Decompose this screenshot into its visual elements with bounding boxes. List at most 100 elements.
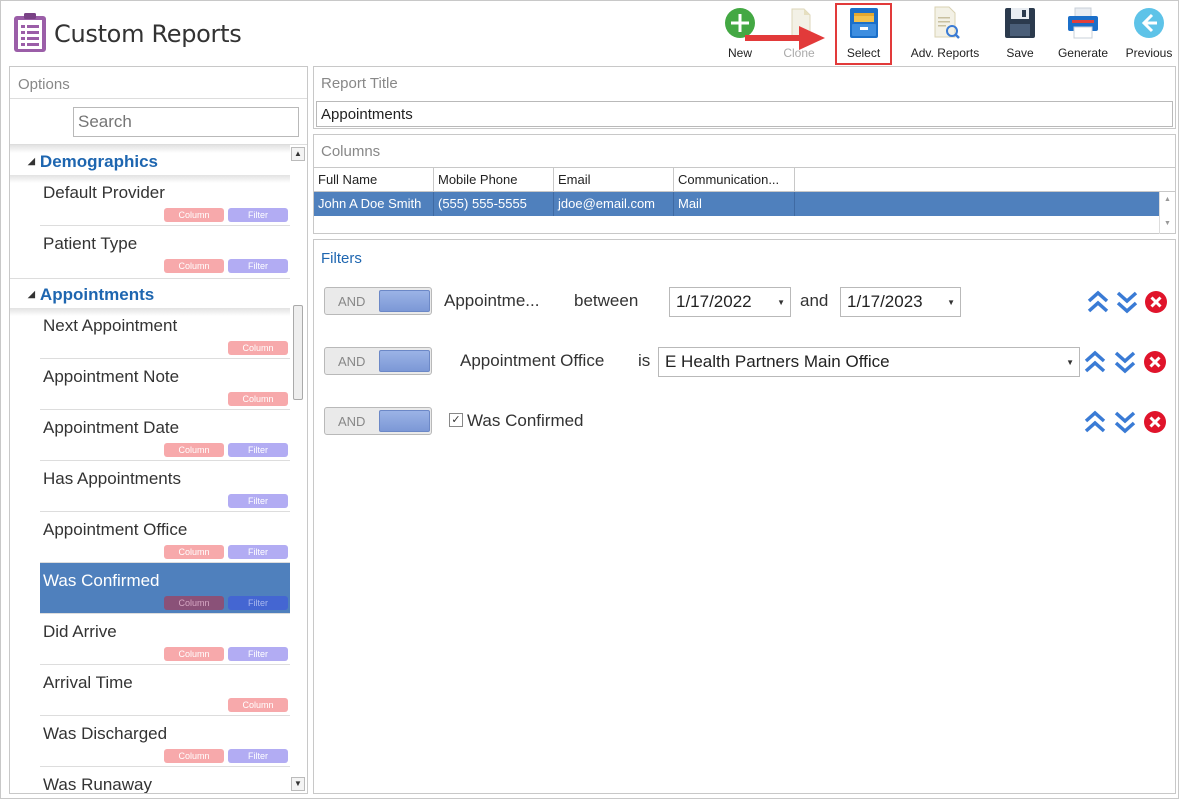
options-scrollbar[interactable]: ▲ ▼ [290, 145, 306, 793]
option-arrival-time[interactable]: Arrival Time Column [40, 665, 290, 716]
filter-tag[interactable]: Filter [228, 749, 288, 763]
filter-tag[interactable]: Filter [228, 647, 288, 661]
filters-title: Filters [321, 250, 362, 267]
column-tag[interactable]: Column [164, 749, 224, 763]
option-patient-type[interactable]: Patient Type Column Filter [40, 226, 290, 277]
filter-operator: between [574, 291, 639, 310]
start-date-picker[interactable]: 1/17/2022 ▼ [669, 287, 791, 317]
save-button[interactable]: Save [998, 5, 1042, 63]
column-header[interactable]: Email [554, 168, 674, 192]
toggle-knob[interactable] [379, 410, 430, 432]
scroll-down-icon[interactable]: ▼ [291, 777, 305, 791]
column-tag[interactable]: Column [164, 647, 224, 661]
column-tag[interactable]: Column [228, 341, 288, 355]
column-tag[interactable]: Column [164, 259, 224, 273]
columns-panel: Columns Full Name Mobile Phone Email Com… [313, 134, 1176, 234]
scroll-thumb[interactable] [293, 305, 303, 400]
filter-row: AND Appointme... between 1/17/2022 ▼ and… [314, 287, 1175, 319]
and-toggle[interactable]: AND [324, 287, 432, 315]
move-down-icon[interactable] [1113, 409, 1137, 435]
toggle-knob[interactable] [379, 350, 430, 372]
custom-reports-window: Custom Reports New Clone Select Adv. Rep… [0, 0, 1179, 799]
column-tag[interactable]: Column [164, 545, 224, 559]
previous-button[interactable]: Previous [1123, 5, 1175, 63]
option-appointment-note[interactable]: Appointment Note Column [40, 359, 290, 410]
grid-header: Full Name Mobile Phone Email Communicati… [314, 168, 1175, 192]
group-header-demographics[interactable]: ◢ Demographics [28, 152, 158, 172]
option-did-arrive[interactable]: Did Arrive Column Filter [40, 614, 290, 665]
option-appointment-office[interactable]: Appointment Office Column Filter [40, 512, 290, 563]
search-input[interactable] [73, 107, 299, 137]
dropdown-arrow-icon[interactable]: ▼ [777, 298, 785, 307]
dropdown-arrow-icon[interactable]: ▼ [947, 298, 955, 307]
grid-scrollbar[interactable]: ▲ ▼ [1159, 192, 1175, 234]
move-down-icon[interactable] [1113, 349, 1137, 375]
option-was-discharged[interactable]: Was Discharged Column Filter [40, 716, 290, 767]
filter-tag[interactable]: Filter [228, 545, 288, 559]
scroll-up-icon[interactable]: ▲ [291, 147, 305, 161]
options-list: ◢ Demographics Default Provider Column Fi… [10, 145, 290, 793]
filter-tag[interactable]: Filter [228, 259, 288, 273]
file-drawer-icon [849, 8, 878, 38]
option-next-appointment[interactable]: Next Appointment Column [40, 308, 290, 359]
option-has-appointments[interactable]: Has Appointments Filter [40, 461, 290, 512]
option-default-provider[interactable]: Default Provider Column Filter [40, 175, 290, 226]
divider [10, 278, 290, 279]
move-down-icon[interactable] [1115, 289, 1139, 315]
options-title: Options [18, 76, 70, 93]
and-toggle[interactable]: AND [324, 407, 432, 435]
column-header[interactable]: Full Name [314, 168, 434, 192]
office-dropdown[interactable]: E Health Partners Main Office ▼ [658, 347, 1080, 377]
table-cell: (555) 555-5555 [434, 192, 554, 216]
arrow-left-circle-icon [1134, 8, 1164, 38]
toggle-knob[interactable] [379, 290, 430, 312]
scroll-down-icon[interactable]: ▼ [1164, 220, 1171, 227]
floppy-disk-icon [1005, 8, 1035, 38]
table-cell: jdoe@email.com [554, 192, 674, 216]
dropdown-arrow-icon[interactable]: ▼ [1066, 358, 1074, 367]
table-row[interactable]: John A Doe Smith (555) 555-5555 jdoe@ema… [314, 192, 1159, 216]
filter-tag[interactable]: Filter [228, 208, 288, 222]
document-search-icon [934, 6, 960, 39]
scroll-up-icon[interactable]: ▲ [1164, 196, 1171, 203]
option-appointment-date[interactable]: Appointment Date Column Filter [40, 410, 290, 461]
filter-tag[interactable]: Filter [228, 443, 288, 457]
filter-field-label: Was Confirmed [467, 411, 584, 430]
remove-filter-icon[interactable] [1144, 290, 1168, 314]
move-up-icon[interactable] [1086, 289, 1110, 315]
select-button[interactable]: Select [837, 5, 890, 63]
filter-joiner: and [800, 291, 829, 310]
report-title-label: Report Title [321, 75, 398, 92]
remove-filter-icon[interactable] [1143, 410, 1167, 434]
red-arrow-annotation [745, 26, 825, 50]
remove-filter-icon[interactable] [1143, 350, 1167, 374]
was-confirmed-checkbox[interactable]: ✓ [449, 413, 463, 427]
page-title: Custom Reports [54, 20, 242, 48]
end-date-picker[interactable]: 1/17/2023 ▼ [840, 287, 961, 317]
option-was-confirmed[interactable]: Was Confirmed Column Filter [40, 563, 290, 614]
report-title-input[interactable] [316, 101, 1173, 127]
generate-button[interactable]: Generate [1055, 5, 1111, 63]
filter-field-label: Appointment Office [460, 351, 605, 370]
divider [10, 98, 307, 99]
columns-label: Columns [321, 143, 381, 160]
column-tag[interactable]: Column [228, 392, 288, 406]
column-header[interactable]: Mobile Phone [434, 168, 554, 192]
filter-tag[interactable]: Filter [228, 494, 288, 508]
column-tag[interactable]: Column [164, 443, 224, 457]
adv-reports-button[interactable]: Adv. Reports [904, 5, 986, 63]
column-header[interactable]: Communication... [674, 168, 795, 192]
columns-grid: Full Name Mobile Phone Email Communicati… [314, 167, 1175, 234]
group-header-appointments[interactable]: ◢ Appointments [28, 285, 154, 305]
printer-icon [1068, 7, 1098, 39]
and-toggle[interactable]: AND [324, 347, 432, 375]
move-up-icon[interactable] [1083, 409, 1107, 435]
option-was-runaway[interactable]: Was Runaway [40, 767, 290, 793]
column-tag[interactable]: Column [164, 596, 224, 610]
table-cell: Mail [674, 192, 795, 216]
filter-tag[interactable]: Filter [228, 596, 288, 610]
header: Custom Reports New Clone Select Adv. Rep… [1, 1, 1178, 65]
column-tag[interactable]: Column [164, 208, 224, 222]
move-up-icon[interactable] [1083, 349, 1107, 375]
column-tag[interactable]: Column [228, 698, 288, 712]
